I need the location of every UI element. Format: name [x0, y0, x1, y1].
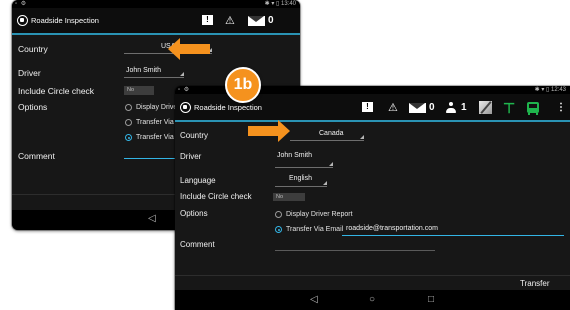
language-value: English: [289, 175, 312, 182]
language-select[interactable]: English: [275, 174, 327, 187]
display-report-radio[interactable]: [125, 104, 132, 111]
email-field[interactable]: roadside@transportation.com: [342, 225, 564, 236]
nav-back-button[interactable]: ◁: [148, 213, 156, 225]
driver-icon[interactable]: [446, 102, 456, 114]
transfer-button[interactable]: Transfer: [520, 279, 550, 288]
driver-value: John Smith: [277, 152, 313, 159]
driver-label: Driver: [180, 152, 202, 161]
circle-check-label: Include Circle check: [180, 192, 252, 201]
comment-label: Comment: [18, 151, 55, 161]
tow-truck-icon[interactable]: ⚠: [225, 15, 235, 27]
email-radio[interactable]: [125, 134, 132, 141]
alert-icon[interactable]: !: [362, 102, 373, 112]
notes-icon[interactable]: [479, 101, 492, 114]
driver-value: John Smith: [126, 67, 162, 74]
circle-check-toggle[interactable]: No: [124, 86, 154, 95]
display-report-radio[interactable]: [275, 211, 282, 218]
step-badge: 1b: [225, 67, 261, 103]
options-label: Options: [18, 102, 48, 112]
country-value: Canada: [319, 130, 344, 137]
options-label: Options: [180, 209, 208, 218]
status-right: ✱ ▾ ▯ 13:40: [264, 1, 296, 7]
app-logo-icon[interactable]: [17, 15, 28, 26]
callout-arrow-country-front: [248, 120, 290, 142]
app-title: Roadside Inspection: [31, 16, 99, 25]
comment-label: Comment: [180, 240, 215, 249]
country-label: Country: [180, 131, 209, 140]
chevron-down-icon: [329, 162, 333, 166]
action-bar: Roadside Inspection ! ⚠ 0: [12, 8, 300, 35]
web-service-radio[interactable]: [125, 119, 132, 126]
status-bar: ▫ ⚙ ✱ ▾ ▯ 13:40: [12, 0, 300, 8]
tow-truck-icon[interactable]: ⚠: [388, 102, 398, 114]
chevron-down-icon: [323, 181, 327, 185]
chevron-down-icon: [360, 135, 364, 139]
driver-select[interactable]: John Smith: [275, 150, 333, 168]
truck-icon[interactable]: ⊤: [503, 101, 515, 115]
unread-count: 0: [429, 102, 435, 113]
nav-recent-button[interactable]: □: [428, 294, 434, 306]
chevron-down-icon: [180, 72, 184, 76]
driver-count: 1: [461, 102, 467, 113]
email-label: Transfer Via Email: [286, 226, 344, 233]
language-label: Language: [180, 176, 216, 185]
front-tablet: ▫ ⚙ ✱ ▾ ▯ 12:43 Roadside Inspection ! ⚠ …: [175, 86, 570, 310]
alert-icon[interactable]: !: [202, 15, 213, 25]
driver-label: Driver: [18, 68, 41, 78]
status-left: ▫ ⚙: [15, 1, 28, 7]
unread-count: 0: [268, 15, 274, 26]
comment-field[interactable]: [275, 243, 435, 251]
nav-home-button[interactable]: ○: [369, 294, 375, 306]
mail-icon[interactable]: [409, 103, 426, 113]
nav-bar: ◁ ○ □: [175, 290, 570, 310]
overflow-menu-icon[interactable]: ⋮: [556, 102, 566, 114]
email-radio[interactable]: [275, 226, 282, 233]
app-title: Roadside Inspection: [194, 103, 262, 112]
status-right: ✱ ▾ ▯ 12:43: [534, 87, 566, 93]
driver-select[interactable]: John Smith: [124, 65, 184, 78]
status-left: ▫ ⚙: [178, 87, 191, 93]
circle-check-label: Include Circle check: [18, 86, 95, 96]
circle-check-toggle[interactable]: No: [273, 193, 305, 201]
display-report-label: Display Driver Report: [286, 211, 353, 218]
app-logo-icon[interactable]: [180, 102, 191, 113]
email-value: roadside@transportation.com: [346, 225, 438, 232]
country-label: Country: [18, 44, 48, 54]
nav-back-button[interactable]: ◁: [310, 294, 318, 306]
callout-arrow-country: [168, 38, 210, 60]
bus-icon[interactable]: [527, 102, 539, 115]
country-select[interactable]: Canada: [290, 128, 364, 141]
divider: [175, 275, 570, 276]
mail-icon[interactable]: [248, 16, 265, 26]
